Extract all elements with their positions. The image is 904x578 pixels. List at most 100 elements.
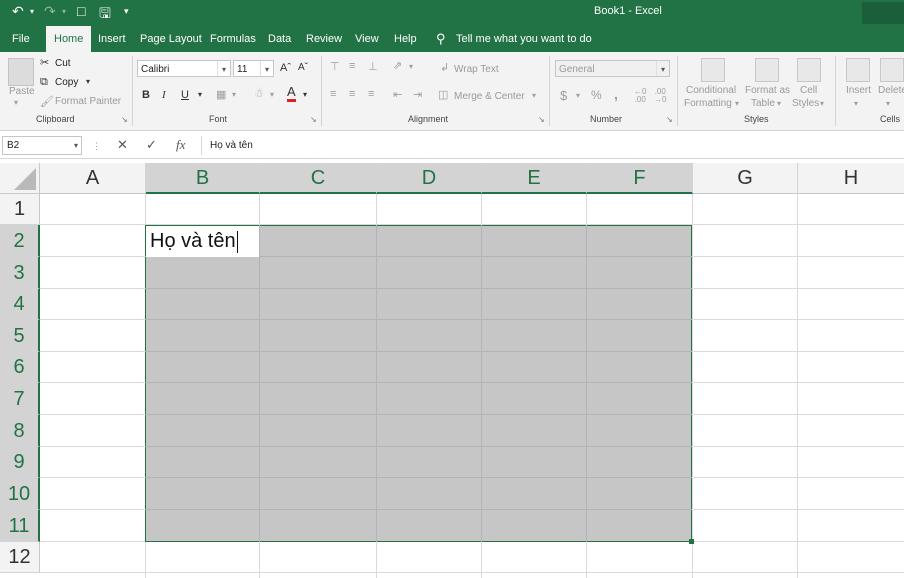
cancel-entry-button[interactable]: ✕: [117, 137, 128, 153]
copy-button[interactable]: Copy: [55, 77, 78, 88]
conditional-formatting-icon[interactable]: [701, 58, 725, 82]
chevron-down-icon[interactable]: ▾: [74, 137, 78, 154]
tab-file[interactable]: File: [12, 33, 30, 45]
font-launcher-icon[interactable]: ↘: [310, 115, 317, 124]
comma-button[interactable]: ,: [614, 86, 618, 102]
font-size-combo[interactable]: 11 ▾: [233, 60, 274, 77]
format-painter-icon[interactable]: 🖌: [40, 95, 54, 108]
grow-font-button[interactable]: Aˆ: [280, 62, 291, 74]
align-bottom-icon[interactable]: ⊥: [368, 60, 378, 73]
name-box[interactable]: B2 ▾: [2, 136, 82, 155]
format-table-dropdown-icon[interactable]: ▾: [777, 99, 781, 108]
chevron-down-icon[interactable]: ▾: [260, 61, 273, 76]
fill-handle[interactable]: [689, 539, 694, 544]
align-left-icon[interactable]: ≡: [330, 88, 336, 100]
account-area[interactable]: [862, 2, 904, 24]
row-header-6[interactable]: 6: [0, 352, 40, 383]
merge-center-icon[interactable]: ◫: [438, 88, 448, 101]
font-color-button[interactable]: A: [287, 85, 296, 102]
row-header-2[interactable]: 2: [0, 225, 40, 257]
cell-styles-label-2[interactable]: Styles: [792, 98, 819, 109]
borders-icon[interactable]: ▦: [216, 88, 226, 101]
format-as-table-label-1[interactable]: Format as: [745, 85, 790, 96]
row-header-4[interactable]: 4: [0, 289, 40, 320]
wrap-text-icon[interactable]: ↲: [440, 61, 449, 74]
column-header-b[interactable]: B: [146, 163, 260, 194]
cell-styles-icon[interactable]: [797, 58, 821, 82]
alignment-launcher-icon[interactable]: ↘: [538, 115, 545, 124]
tab-data[interactable]: Data: [268, 33, 291, 45]
borders-dropdown-icon[interactable]: ▾: [232, 90, 236, 99]
row-header-11[interactable]: 11: [0, 510, 40, 542]
number-format-combo[interactable]: General ▾: [555, 60, 670, 77]
conditional-formatting-label-1[interactable]: Conditional: [686, 85, 736, 96]
enter-entry-button[interactable]: ✓: [146, 137, 157, 153]
tab-review[interactable]: Review: [306, 33, 342, 45]
decrease-indent-icon[interactable]: ⇤: [393, 88, 402, 101]
undo-icon[interactable]: ↶: [12, 3, 24, 20]
orientation-icon[interactable]: ⇗: [393, 59, 402, 72]
row-header-9[interactable]: 9: [0, 447, 40, 478]
format-as-table-label-2[interactable]: Table: [751, 98, 775, 109]
tab-view[interactable]: View: [355, 33, 379, 45]
percent-button[interactable]: %: [591, 88, 602, 102]
customize-toolbar-icon[interactable]: ▾: [124, 6, 129, 17]
copy-dropdown-icon[interactable]: ▾: [86, 77, 90, 86]
format-painter-button[interactable]: Format Painter: [55, 96, 121, 107]
formula-bar-grip-icon[interactable]: ⋮: [92, 141, 101, 152]
fill-color-icon[interactable]: ☃: [254, 87, 264, 100]
insert-dropdown-icon[interactable]: ▾: [854, 99, 858, 108]
align-top-icon[interactable]: ⊤: [330, 60, 340, 73]
format-as-table-icon[interactable]: [755, 58, 779, 82]
font-name-combo[interactable]: Calibri ▾: [137, 60, 231, 77]
paste-button[interactable]: Paste: [9, 86, 35, 97]
insert-function-button[interactable]: fx: [176, 137, 185, 153]
currency-dropdown-icon[interactable]: ▾: [576, 91, 580, 100]
delete-cells-button[interactable]: Delete: [878, 85, 904, 96]
merge-dropdown-icon[interactable]: ▾: [532, 91, 536, 100]
new-file-icon[interactable]: □: [77, 3, 85, 19]
cell-styles-dropdown-icon[interactable]: ▾: [820, 99, 824, 108]
column-header-h[interactable]: H: [798, 163, 904, 194]
redo-icon[interactable]: ↷: [44, 3, 56, 20]
underline-button[interactable]: U: [181, 89, 189, 101]
tab-formulas[interactable]: Formulas: [210, 33, 256, 45]
italic-button[interactable]: I: [162, 89, 166, 101]
column-header-f[interactable]: F: [587, 163, 693, 194]
formula-input[interactable]: Họ và tên: [201, 136, 904, 155]
cut-button[interactable]: Cut: [55, 58, 71, 69]
chevron-down-icon[interactable]: ▾: [656, 61, 669, 76]
worksheet-grid[interactable]: A B C D E F G H 1 2 3 4 5 6 7 8 9 10 11 …: [0, 163, 904, 578]
merge-center-button[interactable]: Merge & Center: [454, 91, 525, 102]
column-header-a[interactable]: A: [40, 163, 146, 194]
cell-styles-label-1[interactable]: Cell: [800, 85, 817, 96]
increase-decimal-icon[interactable]: ←0.00: [634, 88, 646, 104]
number-launcher-icon[interactable]: ↘: [666, 115, 673, 124]
lightbulb-icon[interactable]: ⚲: [436, 31, 446, 47]
select-all-button[interactable]: [0, 163, 40, 194]
insert-cells-icon[interactable]: [846, 58, 870, 82]
underline-dropdown-icon[interactable]: ▾: [198, 90, 202, 99]
save-icon[interactable]: 🖫: [99, 3, 111, 27]
row-header-8[interactable]: 8: [0, 415, 40, 447]
shrink-font-button[interactable]: Aˇ: [298, 62, 308, 73]
tab-help[interactable]: Help: [394, 33, 417, 45]
row-header-7[interactable]: 7: [0, 383, 40, 415]
row-header-10[interactable]: 10: [0, 478, 40, 510]
redo-dropdown-icon[interactable]: ▾: [62, 7, 66, 16]
row-header-5[interactable]: 5: [0, 320, 40, 352]
delete-cells-icon[interactable]: [880, 58, 904, 82]
tab-page-layout[interactable]: Page Layout: [140, 33, 202, 45]
row-header-12[interactable]: 12: [0, 542, 40, 573]
column-header-g[interactable]: G: [693, 163, 798, 194]
wrap-text-button[interactable]: Wrap Text: [454, 64, 499, 75]
undo-dropdown-icon[interactable]: ▾: [30, 7, 34, 16]
cut-icon[interactable]: ✂: [40, 56, 49, 69]
copy-icon[interactable]: ⧉: [40, 76, 48, 89]
column-header-d[interactable]: D: [377, 163, 482, 194]
row-header-1[interactable]: 1: [0, 194, 40, 225]
align-right-icon[interactable]: ≡: [368, 88, 374, 100]
column-header-c[interactable]: C: [260, 163, 377, 194]
currency-button[interactable]: $: [560, 88, 567, 103]
clipboard-launcher-icon[interactable]: ↘: [121, 115, 128, 124]
